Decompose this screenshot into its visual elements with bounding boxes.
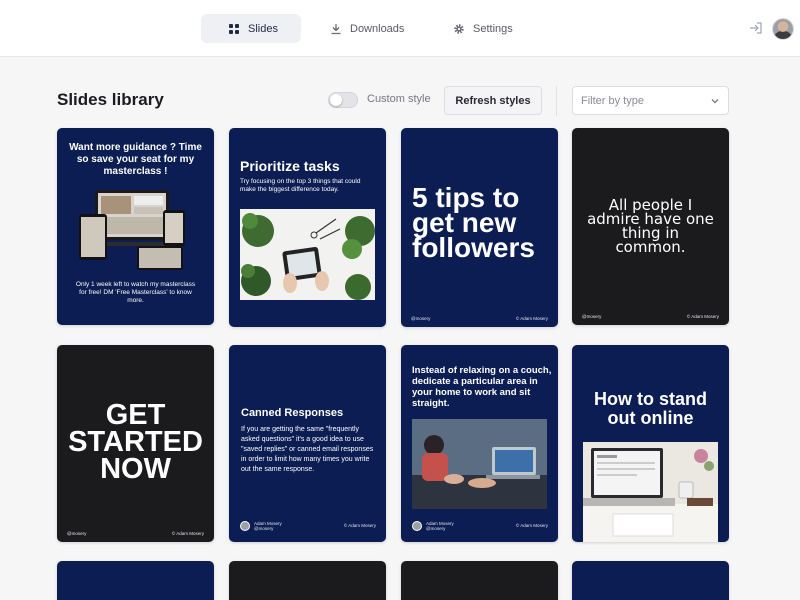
filter-placeholder: Filter by type: [581, 94, 644, 107]
slide-handle: @mosery: [582, 314, 602, 319]
tab-slides-label: Slides: [248, 22, 278, 35]
working-people-image: [412, 419, 547, 509]
tab-downloads-label: Downloads: [350, 22, 405, 35]
author-avatar: [240, 521, 250, 531]
slide-body: If you are getting the same "frequently …: [241, 426, 374, 473]
slide-card-people-admire[interactable]: All people I admire have one thing in co…: [572, 128, 729, 325]
slide-author: © Adam Mosery: [171, 531, 204, 536]
page-title: Slides library: [57, 90, 164, 109]
slide-author: © Adam Mosery: [686, 314, 719, 319]
slide-card-row3-1[interactable]: [57, 561, 214, 600]
top-nav-bar: Slides Downloads Settings: [0, 0, 800, 57]
slide-card-row3-4[interactable]: [572, 561, 729, 600]
tab-slides[interactable]: Slides: [201, 14, 301, 43]
devices-image: [77, 184, 194, 274]
slide-card-canned-responses[interactable]: Canned Responses If you are getting the …: [229, 345, 386, 542]
slide-card-masterclass[interactable]: Want more guidance ? Time so save your s…: [57, 128, 214, 325]
slide-title: How to stand out online: [594, 389, 707, 428]
slide-title: Canned Responses: [241, 407, 344, 419]
slide-title: Instead of relaxing on a couch, dedicate…: [412, 365, 552, 409]
slide-card-workspace[interactable]: Instead of relaxing on a couch, dedicate…: [401, 345, 558, 542]
tab-settings[interactable]: Settings: [441, 14, 525, 43]
tab-downloads[interactable]: Downloads: [318, 14, 416, 43]
slide-body: Try focusing on the top 3 things that co…: [240, 178, 361, 193]
slide-title: Prioritize tasks: [240, 158, 340, 174]
slide-author: © Adam Mosery: [515, 523, 548, 528]
slide-author: © Adam Mosery: [343, 523, 376, 528]
user-avatar[interactable]: [772, 18, 794, 40]
author-handle: @mosery: [426, 526, 446, 531]
slide-title: Want more guidance ? Time so save your s…: [69, 142, 202, 177]
toggle-knob: [330, 94, 342, 106]
slide-title: All people I admire have one thing in co…: [587, 196, 714, 256]
custom-style-label: Custom style: [367, 93, 431, 105]
slide-card-five-tips[interactable]: 5 tips to get new followers @mosery © Ad…: [401, 128, 558, 327]
filter-type-select[interactable]: Filter by type: [572, 86, 729, 115]
slide-card-row3-2[interactable]: [229, 561, 386, 600]
author-avatar: [412, 521, 422, 531]
slide-card-get-started[interactable]: GET STARTED NOW @mosery © Adam Mosery: [57, 345, 214, 542]
slide-author-block: Adam Mosery @mosery: [412, 521, 454, 531]
tablet-desk-image: [240, 209, 375, 300]
custom-style-toggle[interactable]: [328, 92, 358, 108]
download-icon: [331, 23, 341, 34]
logout-icon[interactable]: [748, 20, 764, 36]
slide-author-block: Adam Mosery @mosery: [240, 521, 282, 531]
chevron-down-icon: [711, 98, 719, 103]
slide-handle: @mosery: [67, 531, 87, 536]
grid-icon: [229, 23, 239, 34]
slide-author: © Adam Mosery: [515, 316, 548, 321]
slide-title: GET STARTED NOW: [68, 399, 203, 485]
refresh-styles-button[interactable]: Refresh styles: [444, 86, 542, 115]
tab-settings-label: Settings: [473, 22, 513, 35]
laptop-desk-image: [583, 442, 718, 542]
header-divider: [556, 86, 557, 116]
author-handle: @mosery: [254, 526, 274, 531]
slide-body: Only 1 week left to watch my masterclass…: [75, 281, 196, 304]
slide-card-stand-out[interactable]: How to stand out online: [572, 345, 729, 542]
slide-card-row3-3[interactable]: [401, 561, 558, 600]
slide-title: 5 tips to get new followers: [412, 182, 535, 263]
slide-card-prioritize[interactable]: Prioritize tasks Try focusing on the top…: [229, 128, 386, 327]
slide-handle: @mosery: [411, 316, 431, 321]
gear-icon: [454, 23, 464, 34]
